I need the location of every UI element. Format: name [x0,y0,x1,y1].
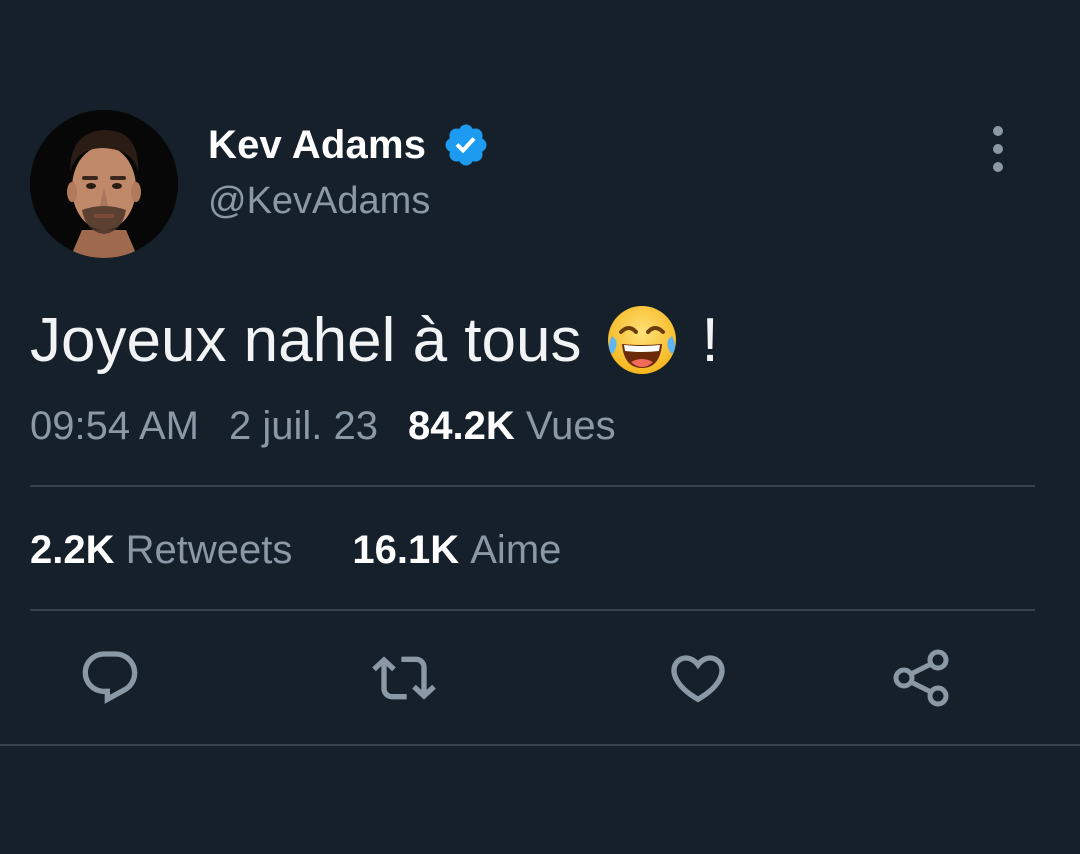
tweet-time[interactable]: 09:54 AM [30,404,199,448]
tweet-text-body: Joyeux nahel à tous [30,305,582,375]
tweet-meta: 09:54 AM 2 juil. 23 84.2K Vues [30,404,616,449]
tweet-card: Kev Adams @KevAdams Joyeux nahel à tous [0,0,1080,746]
tweet-text-suffix: ! [701,305,719,375]
retweets-label: Retweets [125,528,293,572]
laughing-emoji-icon [604,302,680,378]
retweets-stat[interactable]: 2.2K Retweets [30,528,292,572]
likes-label: Aime [470,528,562,572]
reply-icon[interactable] [78,646,142,710]
retweets-count: 2.2K [30,528,115,572]
share-icon[interactable] [890,646,954,710]
tweet-text: Joyeux nahel à tous ! [30,302,719,378]
author-name-row[interactable]: Kev Adams [208,118,490,172]
divider [30,485,1035,487]
bottom-divider [0,744,1080,746]
divider [30,609,1035,611]
tweet-stats: 2.2K Retweets 16.1K Aime [30,528,561,573]
views-label: Vues [525,404,616,448]
retweet-icon[interactable] [372,646,436,710]
tweet-date[interactable]: 2 juil. 23 [229,404,378,448]
views-count: 84.2K [408,404,515,448]
likes-stat[interactable]: 16.1K Aime [352,528,561,572]
author-handle[interactable]: @KevAdams [208,180,430,223]
verified-badge-icon [442,121,490,169]
heart-icon[interactable] [666,646,730,710]
author-avatar[interactable] [30,110,178,258]
more-options-icon[interactable] [980,122,1016,176]
author-display-name[interactable]: Kev Adams [208,123,426,168]
likes-count: 16.1K [352,528,460,572]
